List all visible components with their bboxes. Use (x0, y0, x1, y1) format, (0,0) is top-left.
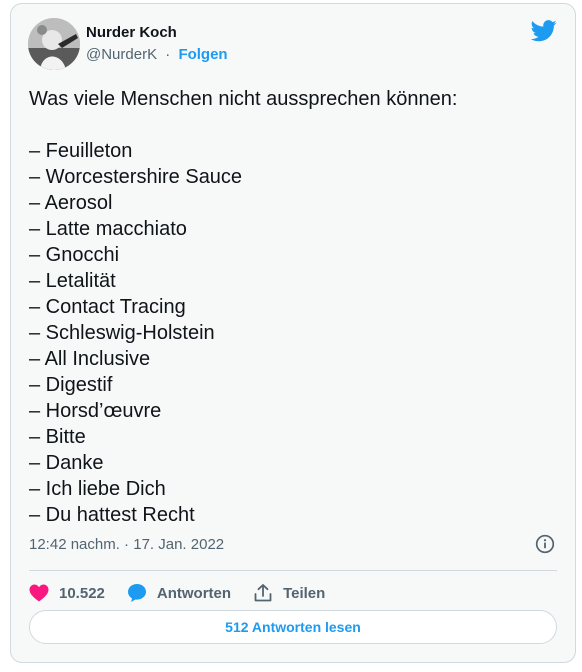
read-replies-button[interactable]: 512 Antworten lesen (29, 610, 557, 644)
tweet-list: – Feuilleton – Worcestershire Sauce – Ae… (29, 138, 457, 528)
list-item: – Horsd’œuvre (29, 400, 162, 422)
list-item: – Letalität (29, 270, 116, 292)
reply-label: Antworten (156, 584, 232, 602)
author-meta: @NurderK · Folgen (86, 46, 228, 63)
tweet-text: Was viele Menschen nicht aussprechen kön… (29, 86, 457, 528)
follow-button[interactable]: Folgen (178, 46, 227, 63)
list-item: – Schleswig-Holstein (29, 322, 215, 344)
avatar[interactable] (28, 18, 80, 70)
list-item: – Aerosol (29, 192, 113, 214)
profile-photo-icon (28, 18, 80, 70)
list-item: – All Inclusive (29, 348, 151, 370)
list-item: – Feuilleton (29, 140, 133, 162)
tweet-intro: Was viele Menschen nicht aussprechen kön… (29, 88, 458, 110)
list-item: – Gnocchi (29, 244, 120, 266)
author-name[interactable]: Nurder Koch (86, 24, 177, 41)
action-bar: 10.522 Antworten Teilen (29, 578, 347, 608)
reply-button[interactable]: Antworten (127, 583, 231, 603)
like-count: 10.522 (59, 584, 105, 602)
info-icon[interactable] (535, 534, 555, 554)
heart-icon (29, 584, 49, 602)
speech-bubble-icon (127, 584, 146, 602)
share-button[interactable]: Teilen (253, 583, 325, 603)
timestamp[interactable]: 12:42 nachm. · 17. Jan. 2022 (29, 536, 224, 553)
list-item: – Danke (29, 452, 104, 474)
like-button[interactable]: 10.522 (29, 584, 105, 602)
list-item: – Latte macchiato (29, 218, 187, 240)
tweet-card: Nurder Koch @NurderK · Folgen Was viele … (10, 3, 576, 663)
list-item: – Ich liebe Dich (29, 478, 166, 500)
share-label: Teilen (283, 584, 326, 602)
twitter-bird-icon[interactable] (531, 20, 557, 42)
list-item: – Contact Tracing (29, 296, 186, 318)
share-icon (254, 584, 272, 602)
list-item: – Du hattest Recht (29, 504, 195, 526)
list-item: – Bitte (29, 426, 86, 448)
author-handle[interactable]: @NurderK (86, 46, 157, 63)
list-item: – Digestif (29, 374, 113, 396)
meta-separator: · (165, 46, 171, 63)
list-item: – Worcestershire Sauce (29, 166, 243, 188)
divider (29, 570, 557, 571)
